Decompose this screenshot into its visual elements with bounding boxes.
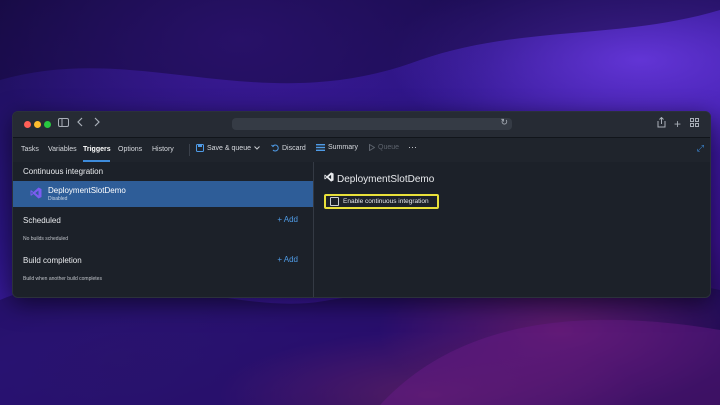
tab-triggers[interactable]: Triggers [83,146,111,153]
tab-variables[interactable]: Variables [48,146,77,153]
add-schedule-label: Add [283,215,298,224]
save-queue-button[interactable]: Save & queue [196,144,260,152]
scheduled-section-title: Scheduled [23,216,61,225]
tab-overview-icon[interactable] [690,117,699,131]
toolbar-divider [189,144,190,156]
add-build-completion-label: Add [283,255,298,264]
minimize-window-button[interactable] [34,121,41,128]
more-actions-button[interactable]: ··· [408,142,417,152]
add-schedule-button[interactable]: + Add [277,215,298,224]
enable-ci-label: Enable continuous integration [343,198,429,205]
enable-ci-option[interactable]: Enable continuous integration [324,194,439,209]
trigger-detail-pane: DeploymentSlotDemo Enable continuous int… [314,162,710,297]
tab-history[interactable]: History [152,146,174,153]
play-icon [369,144,375,151]
browser-window: ↻ + Tasks Variables Triggers Options His… [12,111,711,298]
close-window-button[interactable] [24,121,31,128]
queue-button[interactable]: Queue [369,144,399,151]
zoom-window-button[interactable] [44,121,51,128]
pipeline-name: DeploymentSlotDemo [48,186,126,195]
sidebar-toggle-icon[interactable] [58,117,69,131]
save-icon [196,144,204,152]
no-schedules-text: No builds scheduled [23,236,69,242]
discard-button[interactable]: Discard [271,144,306,152]
pipeline-status: Disabled [48,196,68,202]
reload-icon[interactable]: ↻ [500,117,508,128]
more-icon: ··· [408,142,417,152]
pipeline-toolbar: Tasks Variables Triggers Options History… [13,138,710,163]
tab-tasks[interactable]: Tasks [21,146,39,153]
build-completion-title: Build completion [23,256,82,265]
save-queue-label: Save & queue [207,144,251,152]
build-completion-text: Build when another build completes [23,276,102,282]
new-tab-icon[interactable]: + [674,117,681,131]
chevron-down-icon [254,146,260,150]
ci-section-title: Continuous integration [23,167,104,176]
title-bar: ↻ + [13,112,710,138]
discard-label: Discard [282,144,306,152]
add-build-completion-button[interactable]: + Add [277,255,298,264]
triggers-list-pane: Continuous integration DeploymentSlotDem… [13,162,314,297]
list-icon [316,144,325,151]
pipeline-list-item[interactable]: DeploymentSlotDemo Disabled [13,181,313,207]
enable-ci-checkbox[interactable] [330,197,339,206]
vs-pipeline-icon [324,172,334,182]
expand-icon[interactable]: ⤢ [697,143,704,154]
queue-label: Queue [378,144,400,151]
detail-title: DeploymentSlotDemo [337,174,435,185]
summary-label: Summary [328,144,358,151]
address-bar[interactable]: ↻ [232,117,512,130]
undo-icon [271,144,279,152]
triggers-content: Continuous integration DeploymentSlotDem… [13,162,710,297]
forward-arrow-icon[interactable] [94,117,100,131]
share-icon[interactable] [657,116,666,131]
summary-button[interactable]: Summary [316,144,358,151]
tab-options[interactable]: Options [118,146,142,153]
back-arrow-icon[interactable] [77,117,83,131]
vs-pipeline-icon [30,187,42,199]
